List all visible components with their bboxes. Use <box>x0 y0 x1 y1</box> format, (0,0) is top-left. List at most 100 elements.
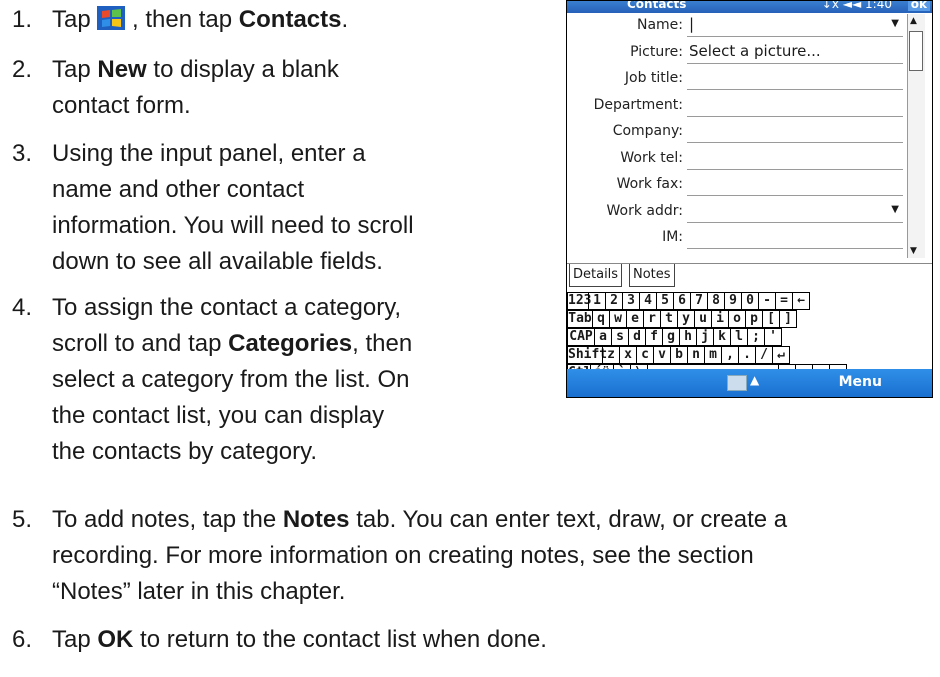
keyboard-key[interactable]: 8 <box>707 292 724 310</box>
keyboard-key[interactable]: ← <box>792 292 810 310</box>
windows-start-icon <box>97 6 126 30</box>
keyboard-key[interactable]: 0 <box>741 292 758 310</box>
keyboard-key[interactable]: Tab <box>567 310 592 328</box>
field-underline <box>687 195 903 196</box>
step-number: 3. <box>12 140 33 167</box>
keyboard-key[interactable]: j <box>696 328 713 346</box>
keyboard-key[interactable]: t <box>660 310 677 328</box>
input-panel-arrow-icon[interactable]: ▲ <box>750 373 759 387</box>
field-label: Name: <box>636 17 683 33</box>
keyboard-key[interactable]: s <box>611 328 628 346</box>
scroll-thumb[interactable] <box>909 31 923 71</box>
dropdown-arrow-icon[interactable]: ▼ <box>891 18 899 29</box>
keyboard-key[interactable]: z <box>602 346 619 364</box>
keyboard-key[interactable]: d <box>628 328 645 346</box>
status-icons: ↓x ◄◄ 1:40 <box>821 0 892 11</box>
keyboard-key[interactable]: y <box>677 310 694 328</box>
form-row[interactable]: Work fax: <box>567 173 905 198</box>
menu-bar: ▲ Menu <box>567 369 932 397</box>
keyboard-key[interactable]: v <box>653 346 670 364</box>
ok-button[interactable]: ok <box>907 1 930 11</box>
tab-details[interactable]: Details <box>569 264 623 287</box>
keyboard-row: Shift z x c v b n m,. / ↵ <box>567 346 790 364</box>
field-underline <box>687 221 903 223</box>
field-label: Department: <box>593 96 683 113</box>
keyboard-key[interactable]: p <box>745 310 762 328</box>
keyboard-key[interactable]: 4 <box>639 292 656 310</box>
keyboard-key[interactable]: a <box>594 328 611 346</box>
keyboard-key[interactable]: u <box>694 310 711 328</box>
tab-strip: Details Notes <box>567 263 932 288</box>
form-row[interactable]: Work tel: <box>567 147 905 172</box>
keyboard-key[interactable]: / <box>755 346 772 364</box>
keyboard-key[interactable]: ' <box>764 328 782 346</box>
keyboard-key[interactable]: CAP <box>567 328 594 346</box>
keyboard-key[interactable]: x <box>619 346 636 364</box>
keyboard-key[interactable]: 1 <box>588 292 605 310</box>
form-row[interactable]: Job title: <box>567 67 905 92</box>
scroll-up-icon[interactable]: ▲ <box>910 16 917 26</box>
scroll-down-icon[interactable]: ▼ <box>910 246 917 256</box>
keyboard-key[interactable]: [ <box>762 310 779 328</box>
keyboard-key[interactable]: h <box>679 328 696 346</box>
keyboard-key[interactable]: m <box>704 346 721 364</box>
field-label: Work addr: <box>606 202 683 219</box>
keyboard-key[interactable]: 123 <box>567 292 591 310</box>
field-label: Company: <box>612 123 683 139</box>
contacts-device-screenshot: Contacts ↓x ◄◄ 1:40 ok Name: | ▼ Picture: Se… <box>566 0 933 398</box>
form-row[interactable]: Work addr: ▼ <box>567 200 905 225</box>
keyboard-key[interactable]: r <box>643 310 660 328</box>
keyboard-key[interactable]: b <box>670 346 687 364</box>
keyboard-key[interactable]: e <box>626 310 643 328</box>
field-underline <box>687 142 903 143</box>
keyboard-key[interactable]: ↵ <box>772 346 790 364</box>
keyboard-key[interactable]: 2 <box>605 292 622 310</box>
step-number: 2. <box>12 56 33 83</box>
title-bar: Contacts ↓x ◄◄ 1:40 ok <box>567 1 932 13</box>
form-row[interactable]: Company: <box>567 120 905 145</box>
keyboard-key[interactable]: 9 <box>724 292 741 310</box>
keyboard-key[interactable]: 6 <box>673 292 690 310</box>
keyboard-key[interactable]: ] <box>779 310 797 328</box>
dropdown-arrow-icon[interactable]: ▼ <box>891 204 899 215</box>
keyboard-key[interactable]: w <box>609 310 626 328</box>
keyboard-key[interactable]: - <box>758 292 775 310</box>
keyboard-key[interactable]: q <box>592 310 609 328</box>
keyboard-key[interactable]: i <box>711 310 728 328</box>
form-row[interactable]: Picture: Select a picture... <box>567 41 905 66</box>
keyboard-icon[interactable] <box>727 375 747 391</box>
keyboard-row: 123 1 2 3 4 5 6 7 8 9 0- = ← <box>567 292 810 310</box>
form-row[interactable]: IM: <box>567 226 905 251</box>
keyboard-key[interactable]: , <box>721 346 738 364</box>
field-label: Work fax: <box>616 176 683 192</box>
field-label: IM: <box>662 229 683 245</box>
field-value[interactable]: Select a picture... <box>689 42 821 60</box>
keyboard-row: Tab q w e r t y u i o p[] <box>567 310 797 328</box>
keyboard-key[interactable]: ; <box>747 328 764 346</box>
form-row[interactable]: Department: <box>567 94 905 119</box>
keyboard-key[interactable]: Shift <box>567 346 607 364</box>
form-row[interactable]: Name: | ▼ <box>567 14 905 39</box>
keyboard-key[interactable]: l <box>730 328 747 346</box>
scrollbar[interactable]: ▲ ▼ <box>907 14 925 258</box>
field-label: Work tel: <box>620 149 683 166</box>
tab-notes[interactable]: Notes <box>629 264 675 287</box>
keyboard-key[interactable]: 3 <box>622 292 639 310</box>
keyboard-key[interactable]: k <box>713 328 730 346</box>
field-underline <box>687 62 903 64</box>
keyboard-key[interactable]: 7 <box>690 292 707 310</box>
keyboard-key[interactable]: 5 <box>656 292 673 310</box>
keyboard-key[interactable]: . <box>738 346 755 364</box>
menu-button[interactable]: Menu <box>839 374 882 390</box>
keyboard-key[interactable]: n <box>687 346 704 364</box>
keyboard-key[interactable]: f <box>645 328 662 346</box>
step-number: 6. <box>12 626 33 653</box>
keyboard-key[interactable]: g <box>662 328 679 346</box>
step-number: 1. <box>12 6 33 33</box>
field-value[interactable]: | <box>689 15 694 33</box>
keyboard-key[interactable]: c <box>636 346 653 364</box>
keyboard-key[interactable]: = <box>775 292 792 310</box>
field-label: Picture: <box>630 43 683 60</box>
keyboard-key[interactable]: o <box>728 310 745 328</box>
field-label: Job title: <box>624 70 683 86</box>
